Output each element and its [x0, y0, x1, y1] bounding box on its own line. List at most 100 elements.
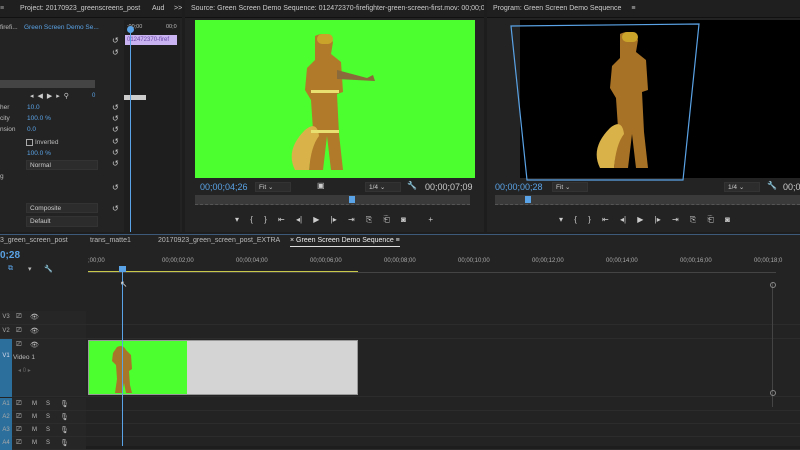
toggle-sync-icon[interactable]: ⎚: [16, 400, 22, 408]
toggle-sync-icon[interactable]: ⎚: [16, 413, 22, 421]
solo-button[interactable]: S: [46, 440, 50, 446]
more-panels-button[interactable]: >>: [174, 0, 182, 17]
reset-icon[interactable]: ↺: [112, 125, 119, 134]
clip-dropdown[interactable]: firefi...: [0, 24, 18, 31]
expansion-value[interactable]: 0.0: [27, 124, 36, 135]
toggle-sync-icon[interactable]: ⎚: [16, 313, 22, 321]
wrench-icon[interactable]: 🔧: [407, 181, 417, 190]
program-fit-dropdown[interactable]: Fit ⌄: [552, 182, 588, 192]
opacity-percent-value[interactable]: 100.0 %: [27, 148, 51, 159]
mute-button[interactable]: M: [32, 401, 37, 407]
microphone-icon[interactable]: 🎙: [60, 400, 69, 408]
reset-icon[interactable]: ↺: [112, 183, 119, 192]
keyframe-nav-controls[interactable]: ◂◀▶▸⚲: [30, 92, 73, 100]
sequence-dropdown[interactable]: Green Screen Demo Se...: [24, 24, 99, 31]
reset-icon[interactable]: ↺: [112, 204, 119, 213]
ruler-label: 00;0: [166, 24, 177, 30]
program-monitor: Program: Green Screen Demo Sequence ≡ 00…: [487, 0, 800, 232]
expansion-label: nsion: [0, 126, 16, 133]
opacity-label: city: [0, 115, 10, 122]
solo-button[interactable]: S: [46, 401, 50, 407]
reset-icon[interactable]: ↺: [112, 148, 119, 157]
program-duration: 00;0: [783, 182, 800, 192]
ruler-label: 00;00;14;00: [606, 258, 638, 264]
inverted-checkbox[interactable]: [26, 139, 33, 146]
transform-bounding-box[interactable]: [487, 18, 800, 183]
mouse-cursor: ↖: [120, 279, 128, 289]
mute-button[interactable]: M: [32, 414, 37, 420]
track-v3: V3 ⎚ 👁: [0, 311, 800, 325]
effect-controls-panel: ≡ Project: 20170923_greenscreens_post Au…: [0, 0, 182, 232]
wrench-icon[interactable]: 🔧: [44, 265, 53, 273]
source-resolution-dropdown[interactable]: 1/4 ⌄: [365, 182, 401, 192]
timeline-tab-active[interactable]: × Green Screen Demo Sequence ≡: [290, 237, 400, 247]
clip-label-bar[interactable]: 012472370-firef: [125, 35, 177, 45]
timeline-playhead-handle[interactable]: [119, 266, 126, 272]
track-a1: A1 ⎚ M S 🎙: [0, 398, 800, 411]
blend-mode-dropdown[interactable]: Normal: [26, 160, 98, 170]
track-a2: A2 ⎚ M S 🎙: [0, 411, 800, 424]
timeline-timecode[interactable]: 0;28: [0, 250, 20, 261]
time-remapping-label: g: [0, 173, 4, 180]
source-playhead[interactable]: [348, 196, 355, 203]
playhead-handle[interactable]: [127, 26, 134, 33]
playhead-line[interactable]: [130, 26, 131, 232]
eye-icon[interactable]: 👁: [30, 341, 39, 349]
video-clip[interactable]: [88, 340, 358, 395]
mute-button[interactable]: M: [32, 427, 37, 433]
source-duration: 00;00;07;09: [425, 182, 473, 192]
reset-icon[interactable]: ↺: [112, 159, 119, 168]
feather-value[interactable]: 10.0: [27, 102, 40, 113]
effect-bar: [0, 80, 95, 88]
marker-icon[interactable]: ▾: [28, 265, 32, 273]
composite-dropdown[interactable]: Composite: [26, 203, 98, 213]
program-transport-controls[interactable]: ▾ { } ⇤ ◂| ▶ |▸ ⇥ ⎘ ⎗ ◙: [559, 215, 799, 225]
reset-icon[interactable]: ↺: [112, 103, 119, 112]
v1-target[interactable]: [0, 339, 12, 397]
toggle-sync-icon[interactable]: ⎚: [16, 426, 22, 434]
timeline-tab[interactable]: 20170923_green_screen_post_EXTRA: [158, 237, 280, 244]
timeline-tab[interactable]: trans_matte1: [90, 237, 131, 244]
toggle-sync-icon[interactable]: ⎚: [16, 341, 22, 349]
source-transport-controls[interactable]: ▾ { } ⇤ ◂| ▶ |▸ ⇥ ⎘ ⎗ ◙ +: [235, 215, 475, 225]
solo-button[interactable]: S: [46, 427, 50, 433]
track-a3: A3 ⎚ M S 🎙: [0, 424, 800, 437]
timeline-playhead-line[interactable]: [122, 270, 123, 446]
program-title: Program: Green Screen Demo Sequence ≡: [487, 0, 800, 18]
mute-button[interactable]: M: [32, 440, 37, 446]
ruler-label: 00;00;16;00: [680, 258, 712, 264]
effect-mini-timeline[interactable]: ;00;00 00;0 012472370-firef: [124, 20, 180, 232]
firefighter-thumbnail: [112, 346, 132, 393]
program-timecode[interactable]: 00;00;00;28: [495, 182, 543, 192]
ruler-label: 00;00;06;00: [310, 258, 342, 264]
ruler-ticks: [88, 272, 776, 273]
program-playhead[interactable]: [525, 196, 531, 203]
audio-tab[interactable]: Aud: [152, 0, 164, 17]
menu-icon[interactable]: ≡: [0, 0, 4, 17]
reset-icon[interactable]: ↺: [112, 114, 119, 123]
source-scrub-bar[interactable]: [195, 195, 470, 205]
solo-button[interactable]: S: [46, 414, 50, 420]
reset-icon[interactable]: ↺: [112, 48, 119, 57]
toggle-sync-icon[interactable]: ⎚: [16, 327, 22, 335]
project-tab[interactable]: Project: 20170923_greenscreens_post: [20, 0, 140, 17]
safe-margins-icon[interactable]: ▣: [317, 181, 325, 190]
keyframe-bar[interactable]: [124, 95, 146, 100]
microphone-icon[interactable]: 🎙: [60, 413, 69, 421]
keyframe-nav[interactable]: ◂ 0 ▸: [18, 367, 31, 374]
timeline-tab[interactable]: 3_green_screen_post: [0, 237, 68, 244]
source-fit-dropdown[interactable]: Fit ⌄: [255, 182, 291, 192]
program-scrub-bar[interactable]: [495, 195, 800, 205]
opacity-value[interactable]: 100.0 %: [27, 113, 51, 124]
default-dropdown[interactable]: Default: [26, 216, 98, 227]
wrench-icon[interactable]: 🔧: [767, 181, 777, 190]
source-timecode[interactable]: 00;00;04;26: [200, 182, 248, 192]
snap-icon[interactable]: ⧉: [8, 265, 13, 273]
program-resolution-dropdown[interactable]: 1/4 ⌄: [724, 182, 760, 192]
reset-icon[interactable]: ↺: [112, 36, 119, 45]
reset-icon[interactable]: ↺: [112, 137, 119, 146]
timeline-vertical-scrollbar[interactable]: [770, 282, 777, 407]
eye-icon[interactable]: 👁: [30, 313, 39, 321]
microphone-icon[interactable]: 🎙: [60, 426, 69, 434]
eye-icon[interactable]: 👁: [30, 327, 39, 335]
